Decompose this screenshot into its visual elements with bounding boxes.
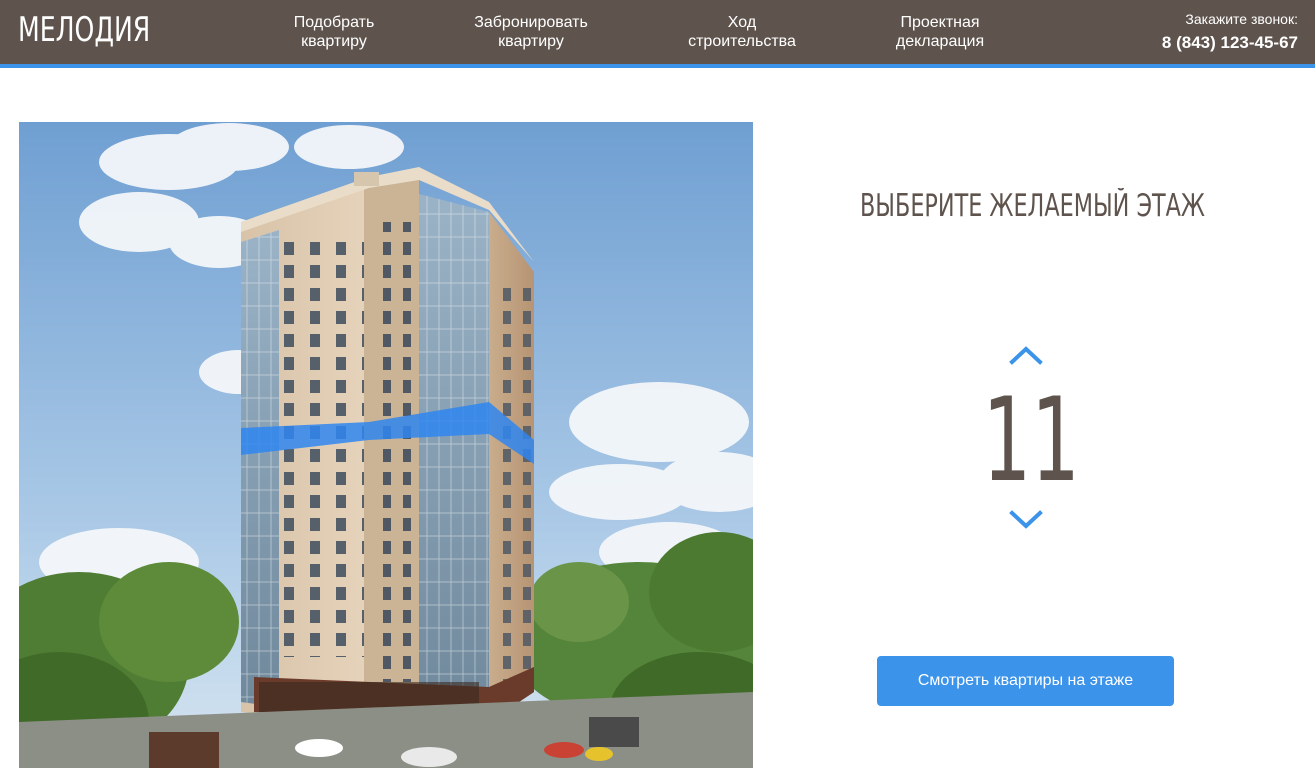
site-logo[interactable]: МЕЛОДИЯ <box>18 10 150 50</box>
nav-label: квартиру <box>498 33 564 50</box>
nav-label: Забронировать <box>474 14 588 31</box>
nav-label: строительства <box>688 33 796 50</box>
nav-project-declaration[interactable]: Проектная декларация <box>896 13 984 51</box>
nav-label: Проектная <box>900 14 980 31</box>
nav-label: квартиру <box>301 33 367 50</box>
nav-label: Подобрать <box>293 14 375 31</box>
nav-label: Ход <box>727 14 757 31</box>
floor-selector-title: ВЫБЕРИТЕ ЖЕЛАЕМЫЙ ЭТАЖ <box>860 188 1205 224</box>
callback-phone[interactable]: 8 (843) 123-45-67 <box>1162 31 1298 55</box>
nav-choose-apartment[interactable]: Подобрать квартиру <box>294 13 375 51</box>
site-header: МЕЛОДИЯ Подобрать квартиру Забронировать… <box>0 0 1315 64</box>
chevron-down-icon <box>1009 510 1043 529</box>
floor-up-button[interactable] <box>1009 344 1043 366</box>
header-accent-line <box>0 64 1315 68</box>
nav-book-apartment[interactable]: Забронировать квартиру <box>474 13 588 51</box>
current-floor-number: 11 <box>982 373 1080 508</box>
callback-label[interactable]: Закажите звонок: <box>1162 10 1298 28</box>
nav-label: декларация <box>895 33 985 50</box>
building-image <box>19 122 753 768</box>
nav-construction-progress[interactable]: Ход строительства <box>688 13 796 51</box>
floor-down-button[interactable] <box>1009 509 1043 531</box>
view-floor-apartments-button[interactable]: Смотреть квартиры на этаже <box>877 656 1174 706</box>
callback-block: Закажите звонок: 8 (843) 123-45-67 <box>1162 10 1298 55</box>
chevron-up-icon <box>1009 346 1043 365</box>
